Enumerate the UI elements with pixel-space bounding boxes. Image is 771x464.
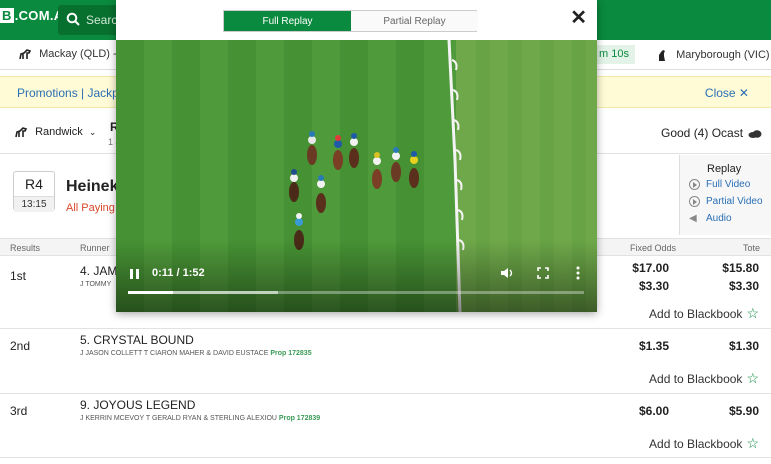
fixed-odds-win[interactable]: $17.00 (632, 261, 669, 275)
close-icon[interactable]: ✕ (570, 8, 587, 28)
runner-name[interactable]: 4. JAM (80, 264, 117, 278)
venue-label: Randwick (35, 126, 83, 138)
horse-icon (19, 49, 32, 60)
col-tote: Tote (743, 243, 761, 253)
tote-place: $3.30 (728, 279, 759, 293)
jockey-trainer: J KERRIN MCEVOY T GERALD RYAN & STERLING… (80, 415, 320, 422)
pause-icon[interactable] (130, 269, 139, 279)
partial-video-link[interactable]: Partial Video (689, 196, 763, 207)
prop-id: Prop 172835 (270, 350, 312, 357)
play-circle-icon (689, 196, 700, 207)
next-race-item[interactable]: Maryborough (VIC) - R1 (655, 48, 771, 62)
fullscreen-icon[interactable] (537, 267, 549, 279)
star-icon: ☆ (746, 435, 759, 451)
fixed-odds-place[interactable]: $3.30 (639, 279, 669, 293)
race-number: R4 (25, 176, 43, 192)
chevron-down-icon: ⌄ (88, 127, 97, 137)
star-icon: ☆ (746, 305, 759, 321)
conditions-text: Good (4) Ocast (661, 126, 744, 140)
fixed-odds-win[interactable]: $6.00 (639, 404, 669, 418)
add-to-blackbook-button[interactable]: Add to Blackbook ☆ (649, 435, 759, 452)
volume-icon[interactable] (500, 266, 514, 280)
replay-panel: Replay Full Video Partial Video ◀ Audio (679, 155, 771, 235)
add-to-blackbook-button[interactable]: Add to Blackbook ☆ (649, 305, 759, 322)
jockey-trainer-text: J JASON COLLETT T CIARON MAHER & DAVID E… (80, 350, 269, 357)
replay-title: Replay (707, 163, 742, 175)
video-timestamp: 0:11 / 1:52 (152, 267, 205, 279)
col-fixed-odds: Fixed Odds (630, 243, 677, 253)
add-to-blackbook-label: Add to Blackbook (649, 372, 743, 386)
jockey-trainer: J JASON COLLETT T CIARON MAHER & DAVID E… (80, 350, 312, 357)
speaker-icon: ◀ (689, 213, 697, 224)
col-runner: Runner (80, 243, 110, 253)
tote-win: $15.80 (722, 261, 759, 275)
jockey-trainer-text: J KERRIN MCEVOY T GERALD RYAN & STERLING… (80, 415, 277, 422)
tab-partial-replay[interactable]: Partial Replay (351, 11, 478, 31)
runner-name[interactable]: 9. JOYOUS LEGEND (80, 398, 195, 412)
search-icon (66, 12, 80, 26)
replay-modal: Full Replay Partial Replay ✕ 0:11 / 1:52 (116, 0, 597, 312)
table-row: 2nd 5. CRYSTAL BOUND J JASON COLLETT T C… (0, 329, 771, 394)
full-video-link[interactable]: Full Video (689, 179, 750, 190)
venue-selector[interactable]: Randwick ⌄ (14, 126, 96, 138)
audio-label: Audio (706, 213, 732, 224)
tote-win: $5.90 (728, 404, 759, 418)
fixed-odds-win[interactable]: $1.35 (639, 339, 669, 353)
horse-icon (15, 127, 28, 138)
replay-type-toggle: Full Replay Partial Replay (223, 10, 478, 32)
table-row: 3rd 9. JOYOUS LEGEND J KERRIN MCEVOY T G… (0, 394, 771, 458)
more-options-icon[interactable] (576, 266, 580, 280)
tab-full-replay[interactable]: Full Replay (224, 11, 351, 31)
add-to-blackbook-label: Add to Blackbook (649, 307, 743, 321)
finish-position: 3rd (10, 404, 28, 418)
add-to-blackbook-button[interactable]: Add to Blackbook ☆ (649, 370, 759, 387)
jockey-trainer-text: J TOMMY (80, 281, 112, 288)
audio-link[interactable]: ◀ Audio (689, 213, 732, 224)
jockey-trainer: J TOMMY (80, 281, 111, 288)
promo-close-button[interactable]: Close ✕ (705, 86, 749, 100)
partial-video-label: Partial Video (706, 196, 763, 208)
race-title: Heinek (66, 178, 119, 195)
greyhound-icon (659, 50, 665, 61)
track-conditions: Good (4) Ocast (661, 126, 762, 140)
full-video-label: Full Video (706, 179, 751, 191)
finish-position: 2nd (10, 339, 31, 353)
race-number-badge: R4 13:15 (13, 171, 55, 212)
next-race-label: Maryborough (VIC) - R1 (676, 48, 771, 61)
video-player[interactable]: 0:11 / 1:52 (116, 40, 597, 312)
countdown-badge: m 10s (593, 45, 635, 64)
finish-position: 1st (10, 269, 27, 283)
progress-played[interactable] (128, 291, 173, 294)
prop-id: Prop 172839 (278, 415, 321, 422)
col-results: Results (10, 243, 41, 253)
play-circle-icon (689, 179, 700, 190)
tote-win: $1.30 (728, 339, 759, 353)
star-icon: ☆ (746, 370, 759, 386)
race-time: 13:15 (14, 196, 54, 212)
all-paying-note: All Paying (66, 202, 115, 214)
cloud-icon (748, 130, 762, 139)
promotions-links[interactable]: Promotions | Jackpo (17, 86, 126, 100)
add-to-blackbook-label: Add to Blackbook (649, 437, 743, 451)
runner-name[interactable]: 5. CRYSTAL BOUND (80, 333, 194, 347)
